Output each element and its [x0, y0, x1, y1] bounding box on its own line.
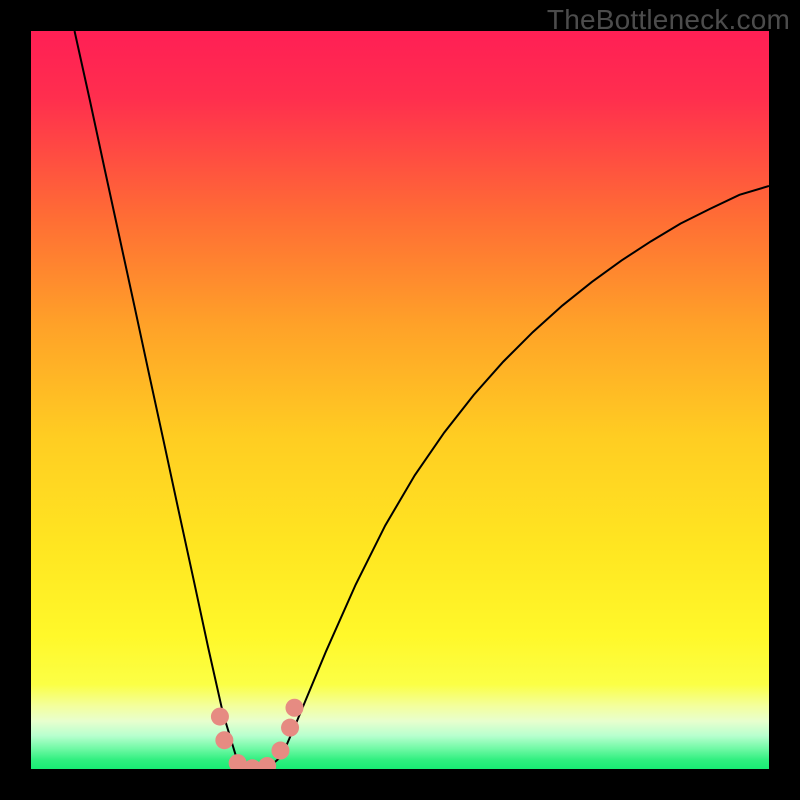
- chart-frame: TheBottleneck.com: [0, 0, 800, 800]
- gradient-bg: [31, 31, 769, 769]
- marker-dot: [215, 731, 233, 749]
- marker-dot: [281, 719, 299, 737]
- bottleneck-chart: [31, 31, 769, 769]
- marker-dot: [211, 708, 229, 726]
- marker-dot: [271, 742, 289, 760]
- marker-dot: [285, 699, 303, 717]
